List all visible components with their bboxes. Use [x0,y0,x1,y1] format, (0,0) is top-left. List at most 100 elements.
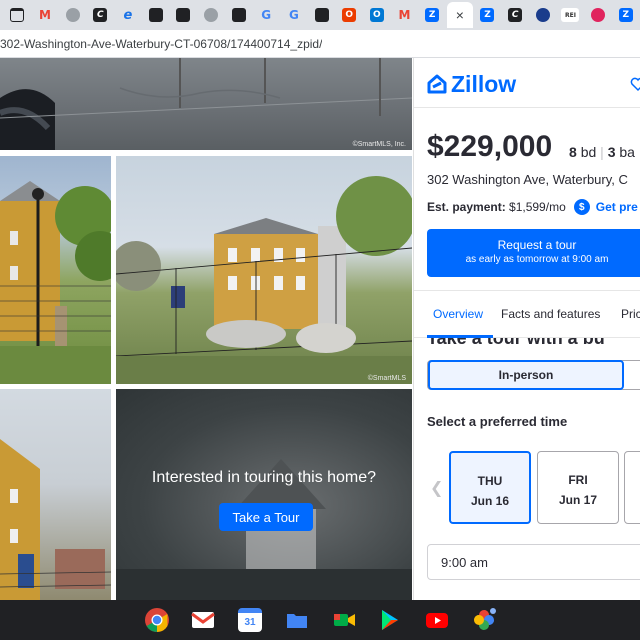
time-select[interactable]: 9:00 am [427,544,640,580]
tab[interactable]: G [253,2,280,28]
tab[interactable]: e [115,2,142,28]
meet-icon[interactable] [330,606,358,634]
rei-icon: REI [561,8,580,22]
dollar-icon: $ [573,199,590,215]
tour-prompt: Interested in touring this home? [151,469,377,486]
estimated-payment: Est. payment: $1,599/mo $ Get pre [427,199,638,215]
calendar-day: 31 [238,608,262,632]
baths-number: 3 [607,144,616,160]
tab-price-history[interactable]: Pric [621,307,640,321]
youtube-icon[interactable] [423,606,451,634]
page-content: ©SmartMLS, Inc. ©SmartMLS Interested in … [0,58,640,600]
tab[interactable]: M [32,2,59,28]
day-of-week: FRI [568,473,588,487]
tab[interactable]: Z [612,2,639,28]
files-icon[interactable] [283,606,311,634]
zillow-icon: Z [425,8,440,22]
tab[interactable] [308,2,335,28]
tour-overlay: Interested in touring this home? Take a … [116,389,412,600]
tab[interactable]: O [336,2,363,28]
outlook-icon: O [369,8,384,22]
tab[interactable]: C [502,2,529,28]
heart-icon[interactable] [630,76,640,92]
tab[interactable] [198,2,225,28]
listing-address: 302 Washington Ave, Waterbury, C [427,172,628,187]
tab[interactable]: M [391,2,418,28]
listing-photo[interactable]: ©SmartMLS, Inc. [0,58,412,150]
listing-photo[interactable] [0,389,111,600]
photo-gallery: ©SmartMLS, Inc. ©SmartMLS Interested in … [0,58,413,600]
listing-panel: Zillow $229,000 8 bd | 3 ba 302 Washingt… [413,58,640,600]
tab[interactable] [59,2,86,28]
house-photo-art [0,439,111,600]
tab-facts-and-features[interactable]: Facts and features [501,307,600,321]
tab[interactable]: Z [474,2,501,28]
zillow-icon: Z [618,8,633,22]
close-icon[interactable]: × [456,7,464,23]
google-icon: G [288,8,299,22]
chat-icon [535,8,550,22]
window-icon [176,8,191,22]
listing-price: $229,000 [427,130,553,163]
take-a-tour-button[interactable]: Take a Tour [219,503,313,531]
tab[interactable] [4,2,31,28]
photo-credit-mark: ©SmartMLS [367,375,406,382]
request-tour-button[interactable]: Request a tour as early as tomorrow at 9… [427,229,640,277]
in-person-option[interactable]: In-person [428,360,624,390]
red-swirl-icon [591,8,606,22]
beds-number: 8 [569,144,577,160]
google-icon: G [261,8,272,22]
section-tabs: Overview Facts and features Pric [414,290,640,338]
tab[interactable] [529,2,556,28]
office-icon: O [342,8,357,22]
day-option[interactable]: THU Jun 16 [449,451,531,524]
beds-unit: bd [580,144,597,160]
est-label: Est. payment: [427,200,506,214]
edge-e-icon: e [123,7,133,23]
window-icon [10,8,25,22]
tab[interactable] [585,2,612,28]
gmail-icon[interactable] [189,606,217,634]
tab-overview[interactable]: Overview [433,307,483,321]
window-icon [231,8,246,22]
tab-strip: M C e G G O O M Z × Z C REI Z [0,0,640,30]
get-prequalified-link[interactable]: Get pre [596,200,638,214]
day-option[interactable]: FRI Jun 17 [537,451,619,524]
chevron-left-icon[interactable]: ❮ [430,478,443,498]
day-option[interactable] [624,451,640,524]
script-c-icon: C [93,8,108,22]
listing-photo[interactable] [0,156,111,384]
day-date: Jun 16 [470,494,509,508]
tab[interactable]: C [87,2,114,28]
play-store-icon[interactable] [376,606,404,634]
tab[interactable]: O [364,2,391,28]
address-bar[interactable]: 302-Washington-Ave-Waterbury-CT-06708/17… [0,30,640,58]
brand-name: Zillow [451,70,517,97]
tab[interactable]: REI [557,2,584,28]
listing-photo[interactable]: ©SmartMLS [116,156,412,384]
tab[interactable] [170,2,197,28]
est-value: $1,599/mo [509,200,566,214]
house-photo-art [116,176,412,384]
tour-type-toggle: In-person [427,360,640,390]
url-text[interactable]: 302-Washington-Ave-Waterbury-CT-06708/17… [0,37,322,51]
tab[interactable] [142,2,169,28]
globe-icon [65,8,80,22]
os-shelf: 31 [0,600,640,640]
tab[interactable]: Z [419,2,446,28]
tab[interactable]: G [281,2,308,28]
tab[interactable] [225,2,252,28]
calendar-icon[interactable]: 31 [236,606,264,634]
zillow-house-icon [427,74,447,94]
tab-active[interactable]: × [446,2,474,28]
photos-icon[interactable] [470,606,498,634]
gmail-icon: M [39,8,51,22]
globe-icon [203,8,218,22]
header-divider [414,107,640,108]
baths-unit: ba [619,144,635,160]
select-time-label: Select a preferred time [427,414,568,429]
house-photo-art [0,181,111,384]
gmail-icon: M [398,8,411,22]
chrome-icon[interactable] [143,606,171,634]
zillow-logo[interactable]: Zillow [427,70,516,98]
